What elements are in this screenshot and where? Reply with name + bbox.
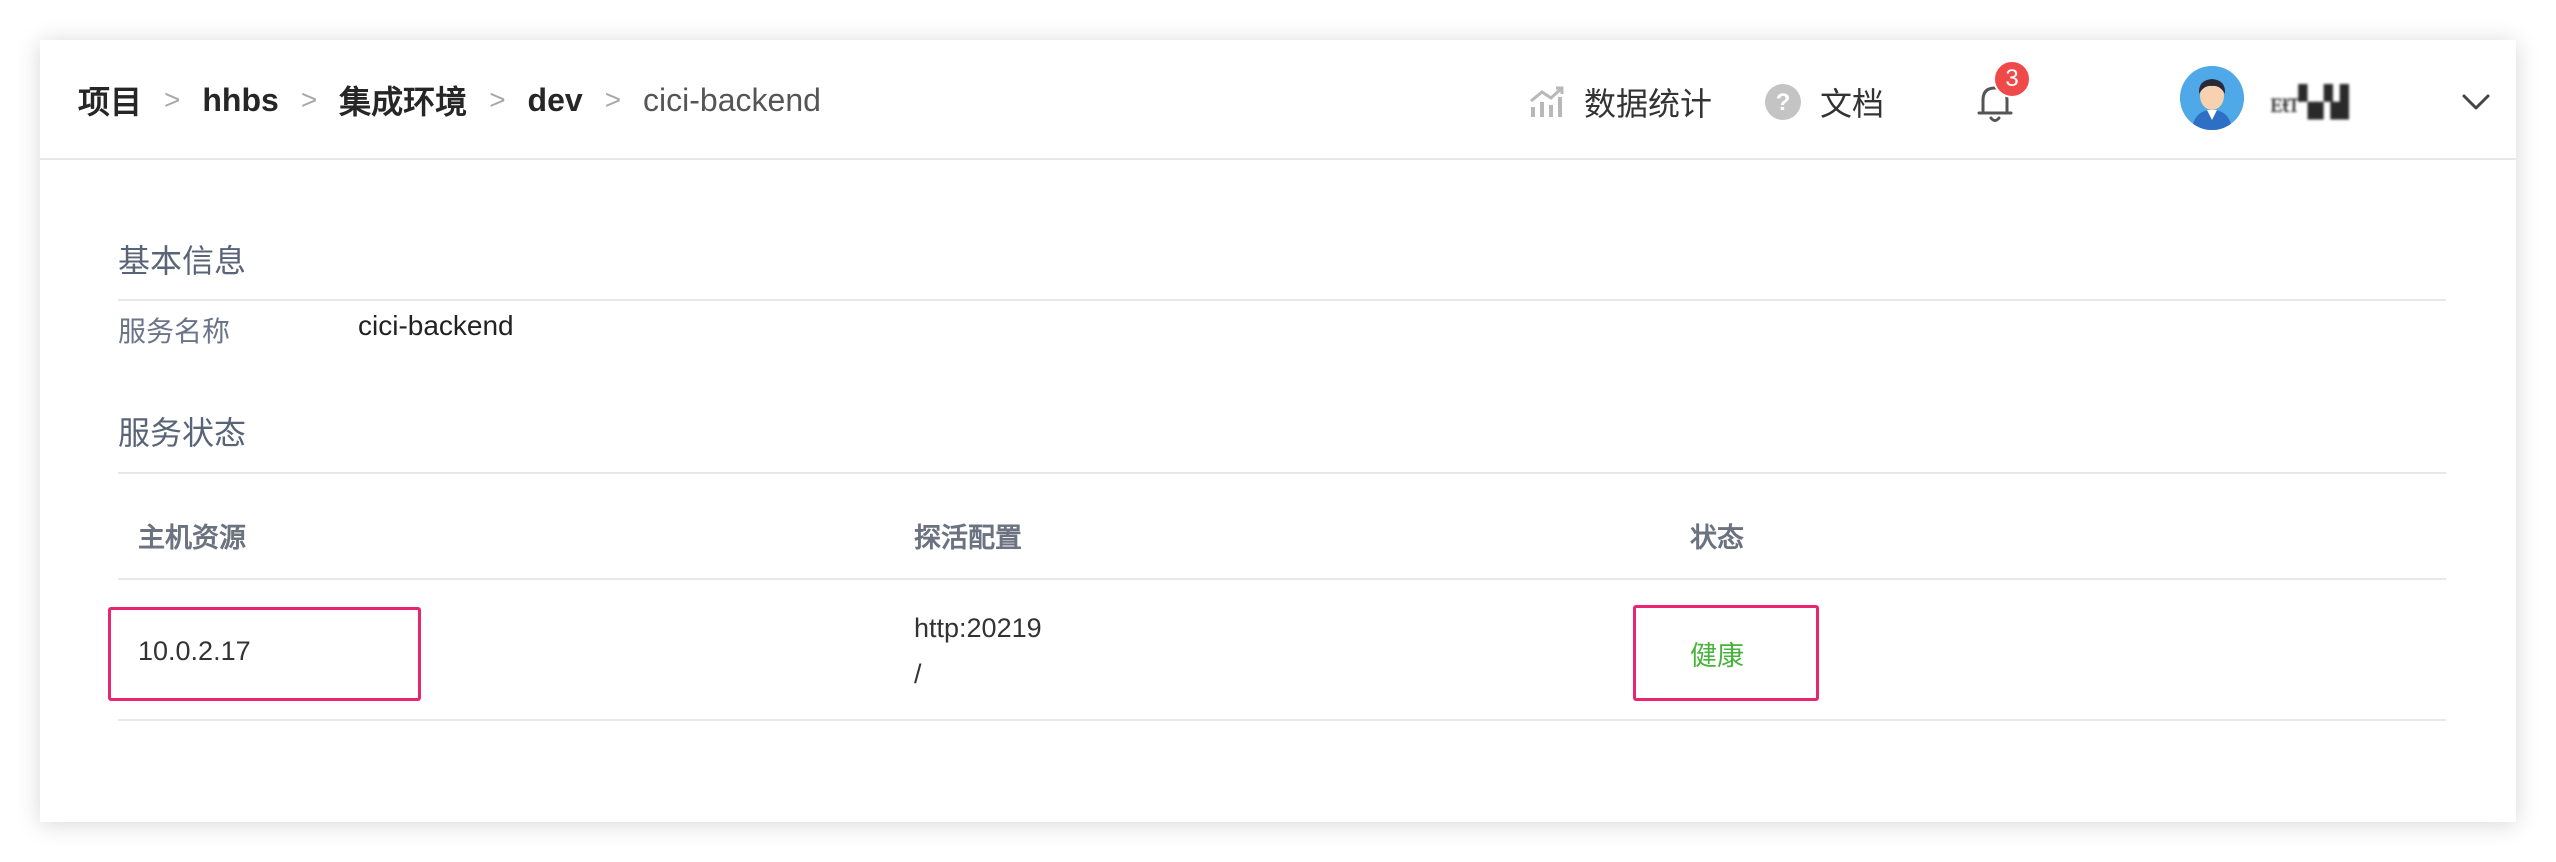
- service-status-title: 服务状态: [118, 415, 247, 451]
- service-name-value: cici-backend: [358, 310, 514, 341]
- stats-link[interactable]: 数据统计: [1528, 80, 1712, 124]
- breadcrumb-separator: >: [489, 84, 506, 115]
- stats-label: 数据统计: [1584, 86, 1713, 122]
- main-card: 项目 > hhbs > 集成环境 > dev > cici-backend 数据…: [40, 40, 2516, 822]
- chevron-down-icon[interactable]: [2458, 84, 2494, 120]
- divider: [118, 472, 2446, 474]
- table-header-divider: [118, 578, 2446, 580]
- breadcrumb-separator: >: [300, 84, 318, 115]
- divider: [118, 719, 2446, 721]
- breadcrumb-separator: >: [604, 84, 622, 115]
- column-header-probe: 探活配置: [914, 523, 1022, 553]
- service-name-label: 服务名称: [118, 316, 231, 347]
- help-circle-icon: ?: [1764, 83, 1802, 121]
- probe-cell-port: http:20219: [914, 613, 1042, 643]
- docs-link[interactable]: ? 文档: [1764, 80, 1884, 124]
- breadcrumb-item-env[interactable]: dev: [528, 82, 583, 119]
- page: 项目 > hhbs > 集成环境 > dev > cici-backend 数据…: [0, 0, 2556, 862]
- breadcrumb: 项目 > hhbs > 集成环境 > dev > cici-backend: [78, 78, 821, 122]
- breadcrumb-item-env-group[interactable]: 集成环境: [339, 77, 467, 123]
- highlight-host-box: [108, 607, 421, 701]
- breadcrumb-item-project[interactable]: hhbs: [202, 82, 278, 119]
- basic-info-title: 基本信息: [118, 243, 247, 279]
- breadcrumb-item-current: cici-backend: [643, 81, 821, 118]
- chart-icon: [1528, 85, 1566, 119]
- svg-text:?: ?: [1776, 89, 1791, 116]
- breadcrumb-separator: >: [164, 84, 181, 115]
- column-header-host: 主机资源: [138, 523, 246, 553]
- avatar[interactable]: [2180, 66, 2244, 130]
- docs-label: 文档: [1820, 86, 1885, 122]
- highlight-status-box: [1633, 605, 1819, 701]
- breadcrumb-item-projects[interactable]: 项目: [78, 77, 142, 123]
- top-header: 项目 > hhbs > 集成环境 > dev > cici-backend 数据…: [40, 40, 2516, 160]
- notification-badge: 3: [1993, 60, 2031, 98]
- username-text: ᴇᵼᴛ▚▞▟: [2270, 84, 2349, 120]
- divider: [118, 299, 2446, 301]
- column-header-status: 状态: [1690, 523, 1744, 553]
- probe-cell-path: /: [914, 659, 922, 689]
- username[interactable]: ᴇᵼᴛ▚▞▟: [2270, 80, 2349, 124]
